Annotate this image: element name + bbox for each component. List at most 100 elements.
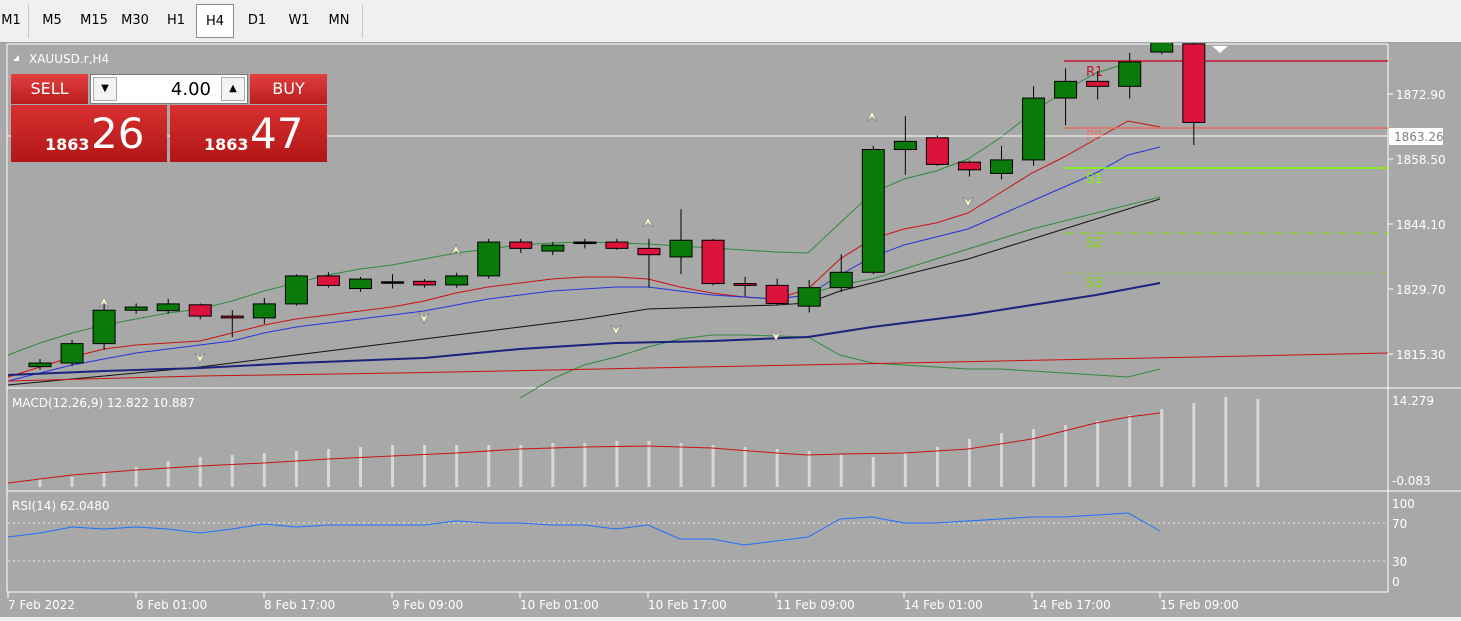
candle-body-bear	[701, 239, 725, 285]
candle-body-bull	[252, 303, 276, 319]
symbol-label: XAUUSD.r,H4	[29, 52, 109, 66]
candle	[701, 238, 725, 286]
candle	[605, 238, 629, 250]
candle-body-bear	[637, 247, 661, 256]
macd-bar	[775, 449, 779, 487]
timeframe-h1-button[interactable]: H1	[160, 4, 192, 38]
s3-label: S3	[1086, 276, 1103, 291]
macd-bar	[102, 473, 106, 487]
bid-price-small: 1863	[45, 135, 90, 154]
macd-bar	[326, 449, 330, 487]
candle-body-bull	[349, 278, 372, 290]
time-axis[interactable]: 7 Feb 2022 8 Feb 01:00 8 Feb 17:00 9 Feb 09…	[7, 592, 1239, 612]
timeframe-m1-button[interactable]: M1	[0, 4, 22, 38]
time-tick-label: 14 Feb 17:00	[1032, 598, 1111, 612]
time-tick-label: 10 Feb 01:00	[520, 598, 599, 612]
macd-bar	[615, 441, 619, 487]
candle	[509, 238, 533, 253]
candle-body-bear	[188, 304, 212, 317]
candle	[765, 278, 789, 306]
timeframe-m15-button[interactable]: M15	[72, 4, 116, 38]
symbol-collapse-icon[interactable]	[13, 55, 19, 61]
fractal-down-arrow-icon	[962, 196, 974, 208]
candle-body-bear	[509, 241, 533, 249]
macd-bar	[1032, 429, 1036, 487]
buy-price-button[interactable]: 1863 47	[170, 105, 327, 162]
timeframe-w1-button[interactable]: W1	[280, 4, 318, 38]
macd-bar	[519, 445, 523, 487]
candle-body-bull	[284, 275, 308, 305]
candle	[637, 238, 661, 288]
candle-body-bull	[541, 244, 565, 252]
lot-size-control: ▼ ▲	[90, 74, 248, 104]
sell-button[interactable]: SELL	[11, 74, 88, 104]
buy-button[interactable]: BUY	[250, 74, 327, 104]
candle-body-bear	[413, 280, 437, 286]
candle	[573, 238, 597, 249]
candle	[861, 145, 885, 275]
time-tick-label: 8 Feb 17:00	[264, 598, 335, 612]
candle	[252, 298, 276, 324]
timeframe-d1-button[interactable]: D1	[238, 4, 276, 38]
pivot-levels: R1 PP S1 S2 S3	[1064, 60, 1388, 291]
price-tick-label: 1872.90	[1396, 88, 1446, 102]
lot-size-input[interactable]	[119, 77, 215, 101]
fractal-down-arrow-icon	[610, 324, 622, 336]
candle-body-bear	[765, 284, 789, 304]
candle	[797, 279, 821, 313]
macd-bar	[647, 441, 651, 487]
rsi-line	[7, 512, 1161, 546]
price-tick-label: 1844.10	[1396, 218, 1446, 232]
sell-price-button[interactable]: 1863 26	[11, 105, 167, 162]
candle	[1182, 40, 1206, 146]
timeframe-h4-button[interactable]: H4	[196, 4, 234, 38]
s2-label: S2	[1086, 236, 1103, 251]
candle-body-bull	[1118, 61, 1142, 87]
macd-bar	[583, 443, 587, 487]
candle	[1118, 52, 1142, 99]
candle	[990, 145, 1013, 180]
candle-body-bull	[156, 303, 180, 312]
macd-bar	[391, 445, 395, 487]
candle	[316, 272, 340, 288]
macd-bar	[166, 461, 170, 487]
candle	[92, 304, 116, 350]
macd-bar	[359, 447, 362, 487]
rsi-tick-70: 70	[1392, 517, 1407, 531]
macd-bar	[198, 457, 202, 487]
candle-body-bull	[1022, 97, 1046, 161]
timeframe-m5-button[interactable]: M5	[30, 4, 74, 38]
macd-bar	[1160, 409, 1164, 487]
macd-tick-bottom: -0.083	[1392, 474, 1431, 488]
candle-body-bear	[316, 275, 340, 286]
timeframe-mn-button[interactable]: MN	[320, 4, 358, 38]
lot-increase-icon[interactable]: ▲	[221, 77, 245, 101]
lot-decrease-icon[interactable]: ▼	[93, 77, 117, 101]
s1-label: S1	[1086, 172, 1103, 187]
time-tick-label: 14 Feb 01:00	[904, 598, 983, 612]
chart-window[interactable]: R1 PP S1 S2 S3 XAUUSD.r,H4 1872.90 1858.5…	[0, 40, 1461, 617]
macd-bar	[38, 479, 42, 487]
time-tick-label: 11 Feb 09:00	[776, 598, 855, 612]
timeframe-m30-button[interactable]: M30	[114, 4, 156, 38]
timeframe-bar: M1 M5 M15 M30 H1 H4 D1 W1 MN	[0, 0, 820, 42]
candle-body-bull	[573, 241, 597, 245]
candle-body-bull	[797, 287, 821, 307]
candle	[669, 209, 693, 275]
macd-bar	[679, 443, 683, 487]
candle	[60, 340, 84, 367]
chart-shift-marker[interactable]	[1212, 46, 1228, 53]
candle-body-bull	[669, 239, 693, 258]
candle-body-bear	[605, 241, 629, 249]
macd-bar	[1256, 399, 1260, 487]
candle-body-bull	[381, 281, 405, 284]
toolbar-separator	[362, 4, 363, 38]
ask-price-big: 47	[250, 109, 304, 158]
candle	[124, 303, 148, 314]
macd-bar	[839, 455, 843, 487]
candle	[28, 358, 52, 370]
r1-label: R1	[1086, 65, 1103, 80]
candle-body-bull	[893, 140, 917, 151]
candle	[477, 238, 501, 279]
candle-body-bull	[60, 343, 84, 364]
